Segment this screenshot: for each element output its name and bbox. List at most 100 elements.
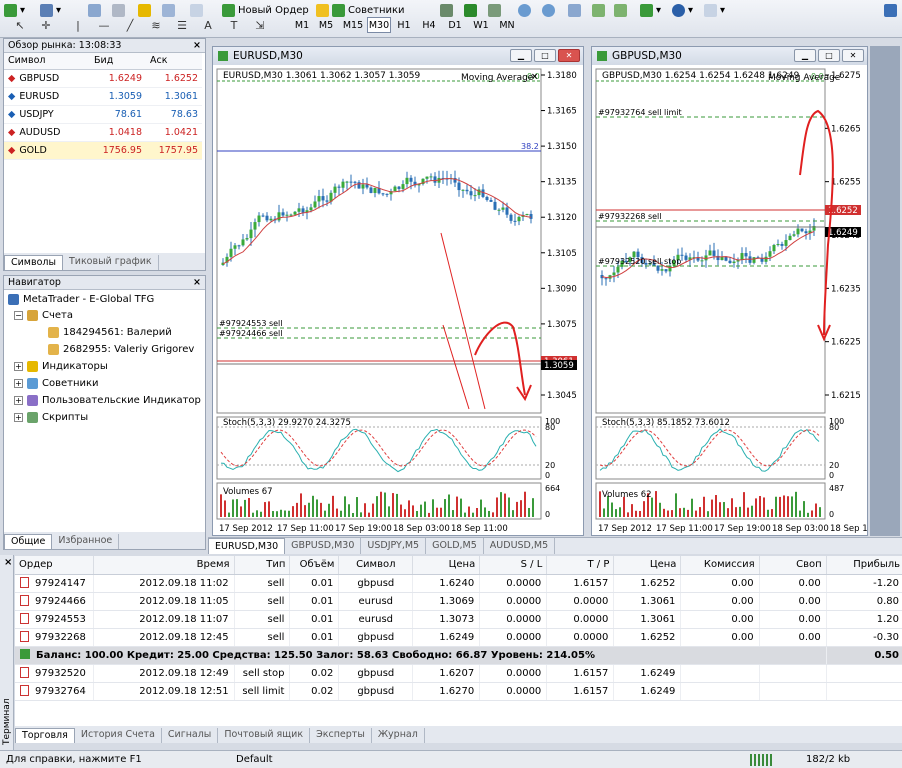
market-row[interactable]: ◆ GOLD 1756.95 1757.95 bbox=[4, 141, 202, 160]
tab-symbols[interactable]: Символы bbox=[4, 255, 63, 270]
chart-tab[interactable]: USDJPY,M5 bbox=[361, 538, 427, 554]
market-row[interactable]: ◆ GBPUSD 1.6249 1.6252 bbox=[4, 69, 202, 88]
column-header[interactable]: Цена bbox=[613, 556, 682, 575]
chart-canvas-gbpusd[interactable]: 1.62751.62651.62551.62451.62351.62251.62… bbox=[592, 65, 867, 535]
zoom-out-button[interactable] bbox=[542, 2, 555, 18]
timeframe-m30[interactable]: M30 bbox=[367, 17, 391, 33]
horizontal-line-tool[interactable]: — bbox=[96, 17, 112, 33]
column-header[interactable]: T / P bbox=[546, 556, 615, 575]
timeframe-m1[interactable]: M1 bbox=[291, 17, 313, 33]
tab-general[interactable]: Общие bbox=[4, 534, 53, 549]
tester-button[interactable] bbox=[190, 2, 203, 18]
close-button[interactable]: ✕ bbox=[558, 49, 580, 62]
bar-chart-button[interactable] bbox=[440, 2, 453, 18]
channel-tool[interactable]: ≋ bbox=[148, 17, 164, 33]
order-row[interactable]: 97924466 2012.09.18 11:05 sell 0.01 eurusd 1.… bbox=[15, 592, 902, 611]
crosshair-tool[interactable]: ✛ bbox=[38, 17, 54, 33]
close-icon[interactable]: × bbox=[193, 39, 201, 53]
collapse-icon[interactable]: − bbox=[14, 311, 23, 320]
order-row[interactable]: 97924147 2012.09.18 11:02 sell 0.01 gbpusd 1.… bbox=[15, 574, 902, 593]
minimize-button[interactable]: ▁ bbox=[794, 49, 816, 62]
text-tool[interactable]: A bbox=[200, 17, 216, 33]
order-row[interactable]: 97932268 2012.09.18 12:45 sell 0.01 gbpusd 1.… bbox=[15, 628, 902, 647]
order-row[interactable]: 97932764 2012.09.18 12:51 sell limit 0.02 gb… bbox=[15, 682, 902, 701]
nav-account-2[interactable]: 2682955: Valeriy Grigorev bbox=[48, 344, 194, 355]
column-header[interactable]: Объём bbox=[289, 556, 340, 575]
terminal-tab[interactable]: История Счета bbox=[75, 728, 162, 743]
indicators-button[interactable]: ▾ bbox=[640, 2, 661, 18]
chart-tab[interactable]: AUDUSD,M5 bbox=[484, 538, 556, 554]
close-icon[interactable]: × bbox=[193, 276, 201, 290]
chart-tab[interactable]: EURUSD,M30 bbox=[208, 538, 286, 554]
column-header[interactable]: Аск bbox=[146, 53, 202, 70]
column-header[interactable]: Тип bbox=[234, 556, 291, 575]
nav-account-1[interactable]: 184294561: Валерий bbox=[48, 327, 172, 338]
chart-window-gbpusd[interactable]: GBPUSD,M30 ▁□✕ 1.62751.62651.62551.62451… bbox=[591, 46, 868, 536]
chart-tab[interactable]: GOLD,M5 bbox=[426, 538, 484, 554]
column-header[interactable]: Ордер bbox=[15, 556, 94, 575]
nav-advisors[interactable]: + Советники bbox=[14, 378, 99, 389]
market-watch-button[interactable] bbox=[88, 2, 101, 18]
market-row[interactable]: ◆ USDJPY 78.61 78.63 bbox=[4, 105, 202, 124]
terminal-tab[interactable]: Почтовый ящик bbox=[218, 728, 311, 743]
maximize-button[interactable]: □ bbox=[818, 49, 840, 62]
order-row[interactable]: 97924553 2012.09.18 11:07 sell 0.01 eurusd 1.… bbox=[15, 610, 902, 629]
new-chart-button[interactable]: ▾ bbox=[4, 2, 25, 18]
column-header[interactable]: Символ bbox=[338, 556, 414, 575]
terminal-tab[interactable]: Сигналы bbox=[162, 728, 219, 743]
advisors-button[interactable]: Советники bbox=[316, 2, 405, 18]
navigator-button[interactable] bbox=[138, 2, 151, 18]
column-header[interactable]: Комиссия bbox=[680, 556, 760, 575]
line-chart-button[interactable] bbox=[488, 2, 501, 18]
price-panel[interactable] bbox=[595, 68, 826, 414]
terminal-tab[interactable]: Торговля bbox=[15, 728, 75, 743]
nav-accounts[interactable]: − Счета bbox=[14, 310, 73, 321]
maximize-button[interactable]: □ bbox=[534, 49, 556, 62]
expand-icon[interactable]: + bbox=[14, 362, 23, 371]
chart-shift-button[interactable] bbox=[614, 2, 627, 18]
label-tool[interactable]: T bbox=[226, 17, 242, 33]
new-order-button[interactable]: Новый Ордер bbox=[222, 2, 309, 18]
column-header[interactable]: S / L bbox=[479, 556, 548, 575]
order-row[interactable]: 97932520 2012.09.18 12:49 sell stop 0.02 gbp… bbox=[15, 664, 902, 683]
nav-root[interactable]: MetaTrader - E-Global TFG bbox=[8, 294, 154, 305]
fibo-tool[interactable]: ☰ bbox=[174, 17, 190, 33]
column-header[interactable]: Своп bbox=[759, 556, 827, 575]
timeframe-h4[interactable]: H4 bbox=[419, 17, 439, 33]
expand-icon[interactable]: + bbox=[14, 379, 23, 388]
column-header[interactable]: Бид bbox=[90, 53, 146, 70]
tab-tick-chart[interactable]: Тиковый график bbox=[63, 255, 159, 270]
market-row[interactable]: ◆ AUDUSD 1.0418 1.0421 bbox=[4, 123, 202, 142]
trendline-tool[interactable]: ╱ bbox=[122, 17, 138, 33]
cursor-tool[interactable]: ↖ bbox=[12, 17, 28, 33]
arrows-tool[interactable]: ⇲ bbox=[252, 17, 268, 33]
timeframe-d1[interactable]: D1 bbox=[445, 17, 465, 33]
chart-canvas-eurusd[interactable]: 1.3180 1.3165 1.3150 1.3135 1.3120 1.3105 1.30… bbox=[213, 65, 583, 535]
autoscroll-button[interactable] bbox=[592, 2, 605, 18]
column-header[interactable]: Прибыль bbox=[826, 556, 902, 575]
signal-button[interactable] bbox=[884, 2, 897, 18]
expand-icon[interactable]: + bbox=[14, 413, 23, 422]
profiles-button[interactable]: ▾ bbox=[40, 2, 61, 18]
timeframe-w1[interactable]: W1 bbox=[470, 17, 492, 33]
volume-panel[interactable] bbox=[595, 482, 826, 520]
timeframe-h1[interactable]: H1 bbox=[394, 17, 414, 33]
timeframe-mn[interactable]: MN bbox=[495, 17, 519, 33]
terminal-tab[interactable]: Журнал bbox=[372, 728, 425, 743]
column-header[interactable]: Символ bbox=[4, 53, 90, 70]
timeframe-m5[interactable]: M5 bbox=[315, 17, 337, 33]
close-icon[interactable]: × bbox=[531, 72, 538, 82]
vertical-line-tool[interactable]: | bbox=[70, 17, 86, 33]
market-row[interactable]: ◆ EURUSD 1.3059 1.3061 bbox=[4, 87, 202, 106]
timeframe-m15[interactable]: M15 bbox=[340, 17, 366, 33]
zoom-in-button[interactable] bbox=[518, 2, 531, 18]
column-header[interactable]: Время bbox=[93, 556, 235, 575]
nav-scripts[interactable]: + Скрипты bbox=[14, 412, 88, 423]
terminal-button[interactable] bbox=[162, 2, 175, 18]
nav-indicators[interactable]: + Индикаторы bbox=[14, 361, 108, 372]
close-icon[interactable]: × bbox=[4, 557, 12, 568]
candle-chart-button[interactable] bbox=[464, 2, 477, 18]
templates-button[interactable]: ▾ bbox=[704, 2, 725, 18]
nav-custom-indicators[interactable]: + Пользовательские Индикатор bbox=[14, 395, 201, 406]
data-window-button[interactable] bbox=[112, 2, 125, 18]
